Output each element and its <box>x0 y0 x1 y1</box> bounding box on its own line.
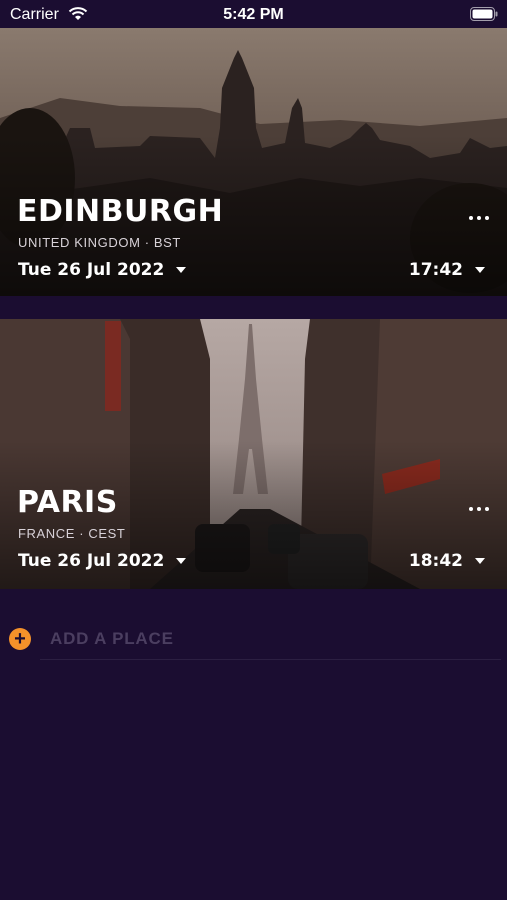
status-bar: Carrier 5:42 PM <box>0 0 507 28</box>
time-selector[interactable]: 17:42 <box>409 260 485 280</box>
city-card-edinburgh[interactable]: EDINBURGH UNITED KINGDOM · BST Tue 26 Ju… <box>0 28 507 296</box>
time-label: 17:42 <box>408 260 463 280</box>
add-place-button[interactable]: + ADD A PLACE <box>0 620 507 660</box>
city-card-paris[interactable]: PARIS FRANCE · CEST Tue 26 Jul 2022 18:4… <box>0 319 507 589</box>
city-name: EDINBURGH <box>17 194 224 229</box>
add-place-label: ADD A PLACE <box>50 629 174 648</box>
time-selector[interactable]: 18:42 <box>409 551 485 571</box>
chevron-down-icon <box>475 558 485 564</box>
city-subtitle: UNITED KINGDOM · BST <box>18 235 181 250</box>
more-options-icon[interactable] <box>469 216 489 222</box>
battery-icon <box>470 7 498 21</box>
date-selector[interactable]: Tue 26 Jul 2022 <box>18 260 187 280</box>
chevron-down-icon <box>475 267 485 273</box>
city-subtitle: FRANCE · CEST <box>18 526 126 541</box>
chevron-down-icon <box>176 558 187 564</box>
date-label: Tue 26 Jul 2022 <box>18 551 165 571</box>
edinburgh-photo <box>0 28 507 296</box>
chevron-down-icon <box>176 267 187 273</box>
time-label: 18:42 <box>408 551 463 571</box>
paris-photo <box>0 319 507 589</box>
date-selector[interactable]: Tue 26 Jul 2022 <box>18 551 187 571</box>
clock: 5:42 PM <box>223 6 284 23</box>
divider <box>40 659 501 660</box>
city-name: PARIS <box>17 485 118 520</box>
date-label: Tue 26 Jul 2022 <box>18 260 165 280</box>
more-options-icon[interactable] <box>469 507 489 513</box>
plus-icon: + <box>9 628 31 650</box>
